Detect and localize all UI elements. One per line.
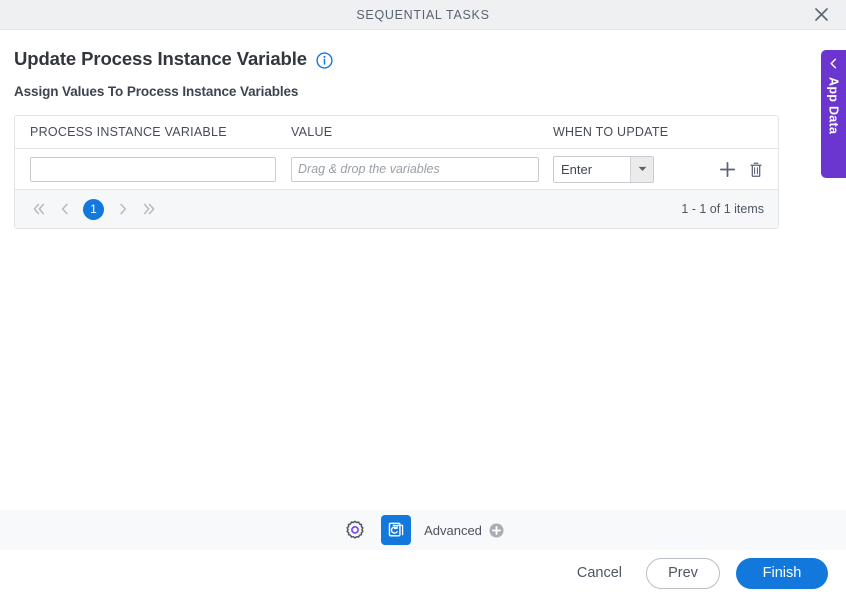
cell-when-to-update: Enter xyxy=(553,155,713,183)
prev-button[interactable]: Prev xyxy=(646,557,720,589)
pager-page-1[interactable]: 1 xyxy=(83,198,104,220)
close-icon[interactable] xyxy=(808,2,834,28)
table-row: Enter xyxy=(15,149,778,190)
finish-button[interactable]: Finish xyxy=(736,557,828,589)
main-content: Update Process Instance Variable Assign … xyxy=(0,30,846,510)
chevron-left-icon[interactable] xyxy=(53,198,76,221)
info-icon[interactable] xyxy=(316,51,333,69)
column-header-value: VALUE xyxy=(291,125,333,139)
trash-icon[interactable] xyxy=(745,158,767,180)
chevron-left-icon xyxy=(829,58,838,72)
when-to-update-select[interactable]: Enter xyxy=(553,155,654,183)
plus-icon[interactable] xyxy=(716,158,738,180)
process-instance-variable-input[interactable] xyxy=(30,156,276,182)
double-chevron-right-icon[interactable] xyxy=(137,198,160,221)
app-data-panel-tab[interactable]: App Data xyxy=(821,50,846,178)
cell-value xyxy=(291,156,553,182)
value-input[interactable] xyxy=(291,156,539,182)
when-to-update-selected-value: Enter xyxy=(561,161,593,177)
cell-row-actions xyxy=(713,158,778,180)
advanced-toolbar-item[interactable]: Advanced xyxy=(424,523,504,538)
chevron-right-icon[interactable] xyxy=(111,198,134,221)
column-header-when-to-update: WHEN TO UPDATE xyxy=(553,125,669,139)
copy-refresh-icon-button[interactable] xyxy=(381,515,412,545)
window-title: SEQUENTIAL TASKS xyxy=(356,7,490,22)
pager-controls: 1 xyxy=(27,198,160,221)
app-data-tab-label: App Data xyxy=(826,77,841,135)
advanced-label: Advanced xyxy=(424,522,482,538)
window-titlebar: SEQUENTIAL TASKS xyxy=(0,0,846,30)
page-title-row: Update Process Instance Variable xyxy=(0,30,846,70)
grid-pager: 1 1 - 1 of 1 items xyxy=(15,190,778,228)
plus-circle-icon[interactable] xyxy=(489,523,504,538)
cancel-button[interactable]: Cancel xyxy=(569,559,630,587)
bottom-toolbar: Advanced xyxy=(0,510,846,550)
column-header-process-instance-variable: PROCESS INSTANCE VARIABLE xyxy=(30,125,227,139)
gear-icon[interactable] xyxy=(342,517,368,543)
chevron-down-icon[interactable] xyxy=(630,156,653,182)
double-chevron-left-icon[interactable] xyxy=(27,198,50,221)
grid-header-row: PROCESS INSTANCE VARIABLE VALUE WHEN TO … xyxy=(15,116,778,149)
cell-process-instance-variable xyxy=(15,156,291,182)
page-title: Update Process Instance Variable xyxy=(14,48,307,69)
pager-summary: 1 - 1 of 1 items xyxy=(681,202,764,216)
variables-grid: PROCESS INSTANCE VARIABLE VALUE WHEN TO … xyxy=(14,115,779,229)
dialog-footer: Cancel Prev Finish xyxy=(0,550,846,596)
section-subtitle: Assign Values To Process Instance Variab… xyxy=(14,84,299,99)
